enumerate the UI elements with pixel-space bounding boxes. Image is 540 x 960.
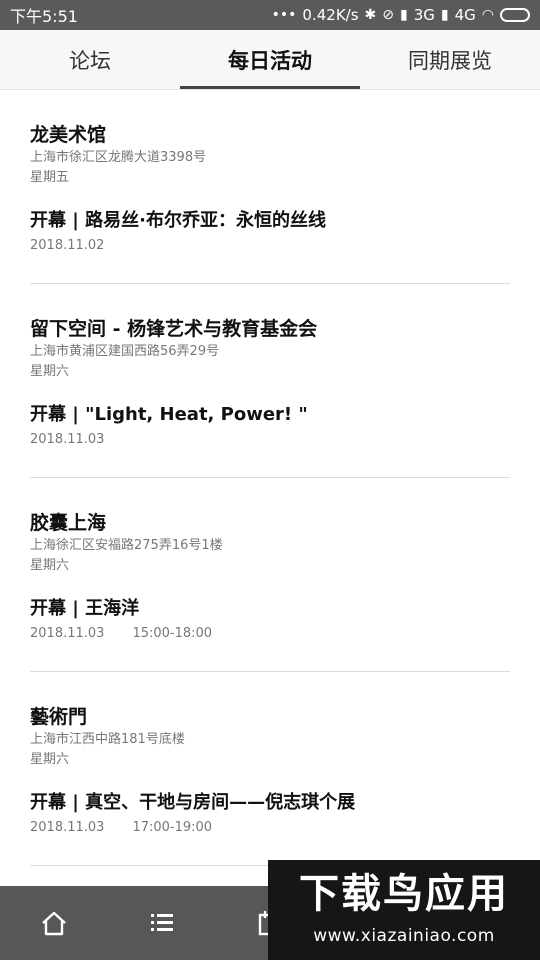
wifi-icon: ◠ xyxy=(481,7,494,23)
battery-icon xyxy=(500,8,530,22)
network-speed: 0.42K/s xyxy=(302,6,359,24)
event-item[interactable]: 胶囊上海 上海徐汇区安福路275弄16号1楼 星期六 开幕 | 王海洋 2018… xyxy=(0,478,540,672)
tab-concurrent-exhibitions[interactable]: 同期展览 xyxy=(360,30,540,89)
bluetooth-icon: ✱ xyxy=(364,7,377,23)
signal-icon: ▮ xyxy=(400,7,408,23)
more-dots-icon: ••• xyxy=(271,7,297,23)
event-datetime: 2018.11.03 17:00-19:00 xyxy=(30,818,510,838)
tab-bar: 论坛 每日活动 同期展览 xyxy=(0,30,540,90)
venue-address: 上海市徐汇区龙腾大道3398号 xyxy=(30,150,207,165)
venue-address: 上海徐汇区安福路275弄16号1楼 xyxy=(30,538,223,553)
network-type-4g: 4G xyxy=(454,6,476,24)
network-type-3g: 3G xyxy=(413,6,435,24)
event-time: 15:00-18:00 xyxy=(132,626,213,641)
watermark-url: www.xiazainiao.com xyxy=(313,926,495,946)
watermark-title: 下载鸟应用 xyxy=(299,871,509,917)
event-time: 17:00-19:00 xyxy=(132,820,213,835)
event-weekday: 星期六 xyxy=(30,558,70,573)
event-title: 开幕 | 路易丝·布尔乔亚：永恒的丝线 xyxy=(30,210,326,231)
event-weekday: 星期六 xyxy=(30,752,70,767)
nav-home-button[interactable] xyxy=(0,886,108,960)
status-time: 下午5:51 xyxy=(10,7,78,26)
venue-name: 藝術門 xyxy=(30,706,88,728)
event-date: 2018.11.03 xyxy=(30,432,105,447)
event-title: 开幕 | "Light, Heat, Power! " xyxy=(30,404,308,425)
event-title: 开幕 | 王海洋 xyxy=(30,598,140,619)
status-indicators: ••• 0.42K/s ✱ ⊘ ▮ 3G ▮ 4G ◠ xyxy=(272,6,530,24)
status-bar: 下午5:51 ••• 0.42K/s ✱ ⊘ ▮ 3G ▮ 4G ◠ xyxy=(0,0,540,30)
event-list: 龙美术馆 上海市徐汇区龙腾大道3398号 星期五 开幕 | 路易丝·布尔乔亚：永… xyxy=(0,90,540,866)
venue-name: 龙美术馆 xyxy=(30,124,107,146)
venue-name: 留下空间 - 杨锋艺术与教育基金会 xyxy=(30,318,318,340)
mute-icon: ⊘ xyxy=(382,7,394,23)
event-date: 2018.11.02 xyxy=(30,238,105,253)
event-date: 2018.11.03 xyxy=(30,626,105,641)
event-datetime: 2018.11.02 xyxy=(30,236,510,256)
venue-address: 上海市江西中路181号底楼 xyxy=(30,732,185,747)
event-item[interactable]: 龙美术馆 上海市徐汇区龙腾大道3398号 星期五 开幕 | 路易丝·布尔乔亚：永… xyxy=(0,90,540,284)
list-icon xyxy=(151,914,173,931)
event-weekday: 星期六 xyxy=(30,364,70,379)
event-datetime: 2018.11.03 xyxy=(30,430,510,450)
event-datetime: 2018.11.03 15:00-18:00 xyxy=(30,624,510,644)
nav-list-button[interactable] xyxy=(108,886,216,960)
event-item[interactable]: 留下空间 - 杨锋艺术与教育基金会 上海市黄浦区建国西路56弄29号 星期六 开… xyxy=(0,284,540,478)
event-title: 开幕 | 真空、干地与房间——倪志琪个展 xyxy=(30,792,356,813)
event-weekday: 星期五 xyxy=(30,170,70,185)
venue-name: 胶囊上海 xyxy=(30,512,107,534)
tab-daily-events[interactable]: 每日活动 xyxy=(180,30,360,89)
tab-forum[interactable]: 论坛 xyxy=(0,30,180,89)
home-icon xyxy=(42,911,66,936)
event-item[interactable]: 藝術門 上海市江西中路181号底楼 星期六 开幕 | 真空、干地与房间——倪志琪… xyxy=(0,672,540,866)
venue-address: 上海市黄浦区建国西路56弄29号 xyxy=(30,344,220,359)
watermark-banner: 下载鸟应用 www.xiazainiao.com xyxy=(268,860,540,960)
signal-hd-icon: ▮ xyxy=(440,7,449,23)
event-date: 2018.11.03 xyxy=(30,820,105,835)
